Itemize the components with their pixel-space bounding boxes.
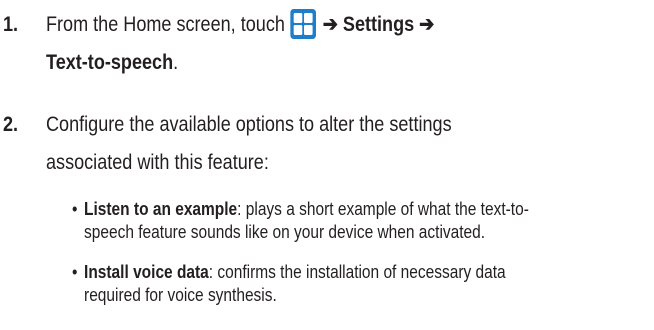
step-1-period: . bbox=[173, 51, 179, 74]
step-2-line-1: Configure the available options to alter… bbox=[46, 113, 452, 136]
step-2: 2. Configure the available options to al… bbox=[0, 106, 654, 186]
list-item-listen-example: • Listen to an example: plays a short exa… bbox=[72, 198, 652, 244]
bullet-mark: • bbox=[72, 199, 78, 219]
step-2-line-2: associated with this feature: bbox=[46, 151, 269, 174]
listen-example-term: Listen to an example bbox=[84, 199, 238, 219]
arrow-right-icon: ➔ bbox=[419, 13, 435, 36]
bullet-2-line-1: • Install voice data: confirms the instal… bbox=[72, 261, 571, 284]
step-1-line-1: From the Home screen, touch ➔ Settings ➔ bbox=[46, 6, 434, 44]
arrow-right-icon: ➔ bbox=[322, 13, 338, 36]
settings-label: Settings bbox=[342, 13, 415, 36]
instruction-page: 1. From the Home screen, touch ➔ Setting… bbox=[0, 0, 654, 330]
step-1: 1. From the Home screen, touch ➔ Setting… bbox=[0, 6, 654, 86]
bullet-mark: • bbox=[72, 262, 78, 282]
install-voice-desc-2: required for voice synthesis. bbox=[84, 285, 277, 305]
install-voice-desc-1: : confirms the installation of necessary… bbox=[208, 262, 506, 282]
listen-example-desc-2: speech feature sounds like on your devic… bbox=[84, 222, 486, 242]
list-item-install-voice: • Install voice data: confirms the instal… bbox=[72, 261, 652, 307]
step-2-number: 2. bbox=[3, 113, 19, 136]
step-1-intro: From the Home screen, touch bbox=[46, 13, 285, 36]
apps-grid-icon bbox=[290, 9, 316, 39]
step-1-number: 1. bbox=[3, 13, 19, 36]
options-list: • Listen to an example: plays a short exa… bbox=[72, 198, 652, 328]
step-1-text: From the Home screen, touch ➔ Settings ➔… bbox=[46, 6, 646, 82]
listen-example-desc-1: : plays a short example of what the text… bbox=[237, 199, 529, 219]
install-voice-term: Install voice data bbox=[84, 262, 209, 282]
step-1-line-2: Text-to-speech. bbox=[46, 44, 178, 82]
text-to-speech-label: Text-to-speech bbox=[46, 51, 174, 74]
step-2-text: Configure the available options to alter… bbox=[46, 106, 646, 182]
bullet-1-line-1: • Listen to an example: plays a short exa… bbox=[72, 198, 571, 221]
